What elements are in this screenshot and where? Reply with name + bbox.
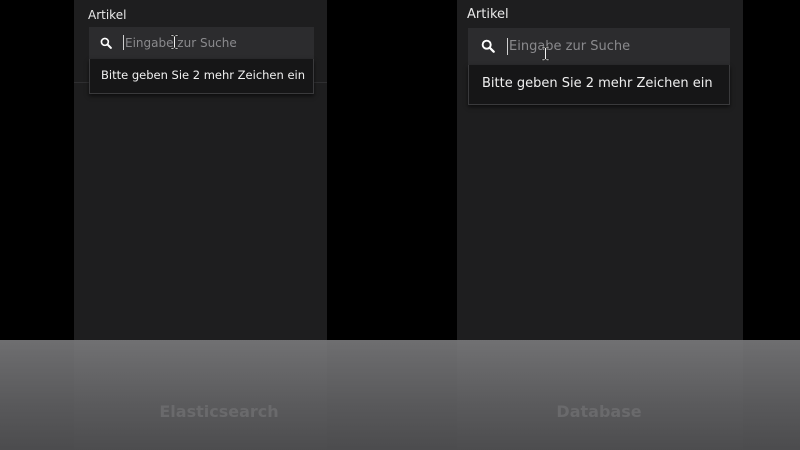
caption-right: Database <box>556 402 642 421</box>
search-results-dropdown: Bitte geben Sie 2 mehr Zeichen ein <box>468 65 730 105</box>
caption-left: Elasticsearch <box>159 402 279 421</box>
min-chars-message: Bitte geben Sie 2 mehr Zeichen ein <box>482 76 713 91</box>
min-chars-message: Bitte geben Sie 2 mehr Zeichen ein <box>101 68 306 82</box>
i-beam-cursor-icon <box>170 34 179 50</box>
search-results-dropdown: Bitte geben Sie 2 mehr Zeichen ein <box>89 59 314 94</box>
search-field[interactable] <box>468 28 730 65</box>
caption-overlay: Elasticsearch Database <box>0 340 800 450</box>
comparison-stage: Artikel Bitte geben Sie 2 mehr Zeichen e… <box>0 0 800 450</box>
divider-line <box>74 82 89 83</box>
section-label: Artikel <box>467 7 509 22</box>
text-caret <box>507 38 508 55</box>
search-icon <box>100 37 112 49</box>
section-label: Artikel <box>88 8 127 22</box>
divider-line <box>314 82 327 83</box>
text-caret <box>123 35 124 50</box>
search-input[interactable] <box>125 34 305 51</box>
i-beam-cursor-icon <box>541 46 550 61</box>
search-icon <box>481 39 495 53</box>
search-field[interactable] <box>89 27 314 59</box>
